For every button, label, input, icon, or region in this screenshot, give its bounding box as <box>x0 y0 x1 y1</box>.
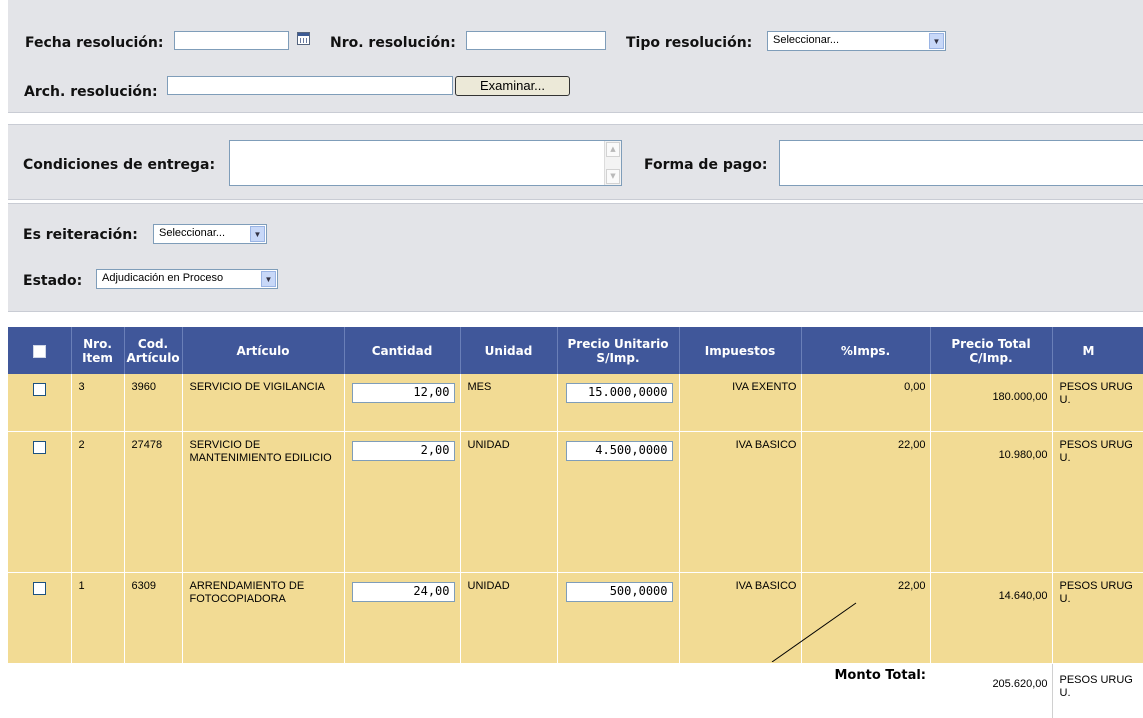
annotation-stroke <box>772 603 856 662</box>
total-label: Monto Total: <box>801 664 930 718</box>
total-moneda: PESOS URUGU. <box>1052 664 1143 718</box>
total-value: 205.620,00 <box>930 664 1052 718</box>
total-spacer <box>8 664 801 718</box>
annotation-line <box>0 0 1143 662</box>
total-row: Monto Total: 205.620,00 PESOS URUGU. <box>8 664 1143 718</box>
